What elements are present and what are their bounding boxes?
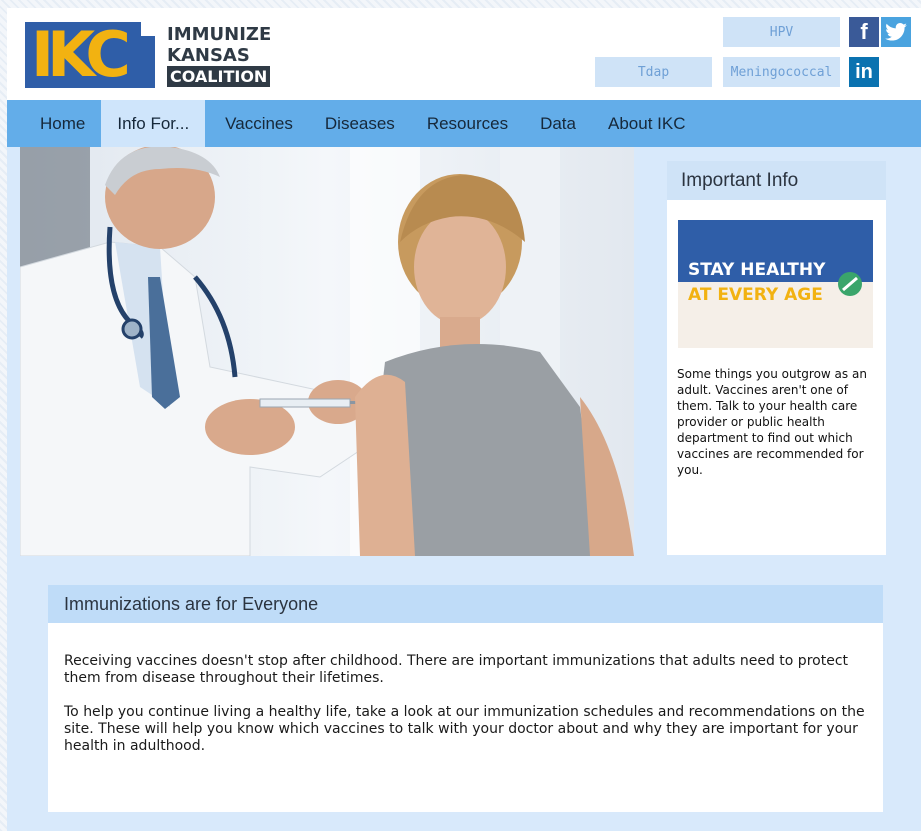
hero-photo bbox=[20, 147, 634, 556]
logo-notch bbox=[141, 22, 155, 36]
nav-resources[interactable]: Resources bbox=[411, 100, 524, 147]
promo-line-1: STAY HEALTHY bbox=[688, 260, 826, 280]
nav-diseases[interactable]: Diseases bbox=[309, 100, 411, 147]
nav-vaccines[interactable]: Vaccines bbox=[209, 100, 309, 147]
logo-line-3: COALITION bbox=[167, 65, 271, 87]
sidebar-text: Some things you outgrow as an adult. Vac… bbox=[677, 367, 867, 477]
page: IKC IMMUNIZE KANSAS COALITION HPV Tdap M… bbox=[7, 8, 921, 831]
facebook-icon[interactable]: f bbox=[849, 17, 879, 47]
quick-link-hpv[interactable]: HPV bbox=[723, 17, 840, 47]
immunizations-panel: Immunizations are for Everyone Receiving… bbox=[48, 585, 883, 812]
site-logo[interactable]: IKC IMMUNIZE KANSAS COALITION bbox=[25, 22, 271, 88]
sidebar-title: Important Info bbox=[667, 161, 886, 200]
quick-link-meningococcal[interactable]: Meningococcal bbox=[723, 57, 840, 87]
nav-info-for[interactable]: Info For... bbox=[101, 100, 206, 147]
nav-about-ikc[interactable]: About IKC bbox=[592, 100, 702, 147]
panel-paragraph-1: Receiving vaccines doesn't stop after ch… bbox=[64, 653, 848, 686]
quick-link-tdap[interactable]: Tdap bbox=[595, 57, 712, 87]
logo-line-2: KANSAS bbox=[167, 44, 250, 66]
stay-healthy-banner[interactable]: STAY HEALTHY AT EVERY AGE bbox=[678, 220, 873, 348]
main-nav: Home Info For... Vaccines Diseases Resou… bbox=[7, 100, 921, 147]
linkedin-icon[interactable]: in bbox=[849, 57, 879, 87]
nav-data[interactable]: Data bbox=[524, 100, 592, 147]
linkedin-glyph: in bbox=[855, 60, 873, 83]
important-info-sidebar: Important Info STAY HEALTHY AT EVERY AGE… bbox=[667, 161, 886, 555]
logo-badge: IKC bbox=[25, 22, 155, 88]
panel-body: Receiving vaccines doesn't stop after ch… bbox=[48, 623, 883, 755]
logo-line-1: IMMUNIZE bbox=[167, 23, 272, 45]
panel-title: Immunizations are for Everyone bbox=[48, 585, 883, 623]
promo-graphic: STAY HEALTHY AT EVERY AGE bbox=[678, 220, 873, 348]
twitter-icon[interactable] bbox=[881, 17, 911, 47]
facebook-glyph: f bbox=[860, 19, 868, 44]
content-area: Important Info STAY HEALTHY AT EVERY AGE… bbox=[7, 147, 921, 831]
panel-paragraph-2: To help you continue living a healthy li… bbox=[64, 704, 865, 754]
nav-home[interactable]: Home bbox=[7, 100, 101, 147]
twitter-bird-glyph bbox=[885, 23, 907, 41]
logo-mark: IKC bbox=[31, 22, 131, 88]
promo-line-2: AT EVERY AGE bbox=[688, 285, 823, 305]
hero-illustration bbox=[20, 147, 634, 556]
logo-wordmark: IMMUNIZE KANSAS COALITION bbox=[167, 24, 271, 87]
